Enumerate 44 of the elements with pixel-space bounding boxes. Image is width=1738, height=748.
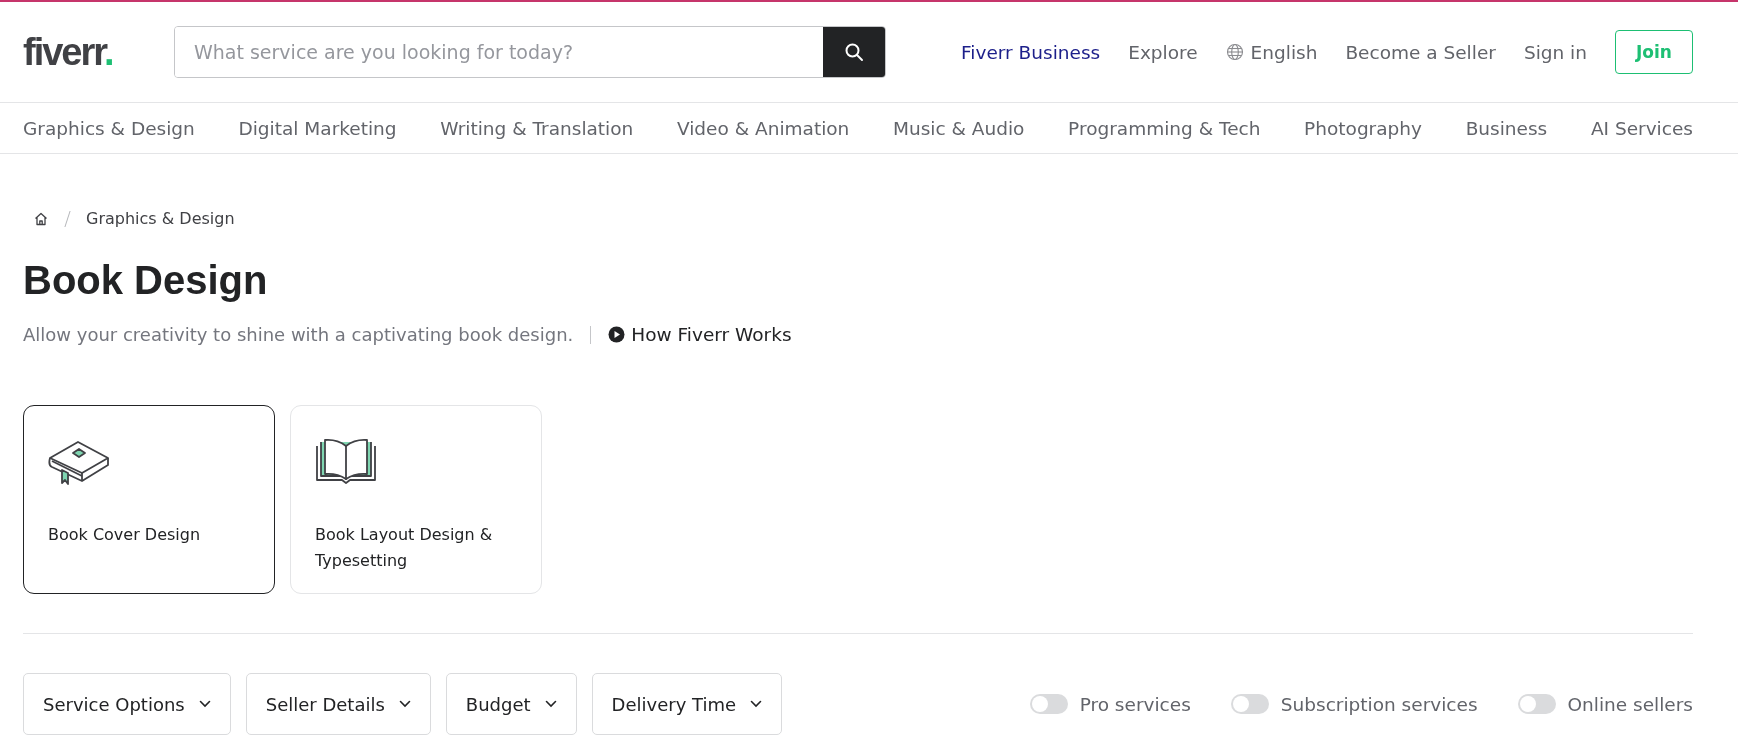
category-link[interactable]: Music & Audio: [893, 117, 1025, 139]
subcategory-label: Book Layout Design & Typesetting: [315, 524, 494, 572]
toggle-switch[interactable]: [1029, 694, 1068, 714]
nav-link[interactable]: Explore: [1128, 41, 1198, 63]
how-it-works-link[interactable]: How Fiverr Works: [608, 324, 792, 345]
subcategory-card[interactable]: Book Layout Design & Typesetting: [290, 405, 542, 594]
page-title: Book Design: [23, 257, 269, 304]
toggle-switch[interactable]: [1230, 694, 1269, 714]
language-link[interactable]: English: [1225, 41, 1318, 63]
toggle-label: Subscription services: [1280, 693, 1478, 715]
search-field[interactable]: What service are you looking for today?: [174, 26, 886, 78]
toggle-label: Pro services: [1079, 693, 1191, 715]
nav-link[interactable]: Sign in: [1523, 41, 1587, 63]
category-link[interactable]: Writing & Translation: [440, 117, 634, 139]
category-link[interactable]: Business: [1465, 117, 1548, 139]
search-icon: [844, 42, 864, 62]
toggle-switch[interactable]: [1517, 694, 1556, 714]
nav-link[interactable]: Become a Seller: [1345, 41, 1496, 63]
category-link[interactable]: Digital Marketing: [238, 117, 397, 139]
category-link[interactable]: Programming & Tech: [1068, 117, 1261, 139]
filter-dropdown[interactable]: Service Options: [23, 673, 231, 735]
breadcrumb-link[interactable]: Graphics & Design: [86, 209, 235, 228]
search-button[interactable]: [823, 27, 885, 77]
chevron-down-icon: [398, 700, 411, 708]
globe-icon: [1225, 43, 1244, 61]
category-link[interactable]: Photography: [1304, 117, 1422, 139]
chevron-down-icon: [198, 700, 211, 708]
subcategory-card[interactable]: Book Cover Design: [23, 405, 275, 594]
fiverr-logo[interactable]: fiverr.: [23, 30, 174, 74]
play-icon: [608, 326, 626, 343]
open-book-icon: [315, 436, 377, 486]
page-subtitle: Allow your creativity to shine with a captivating book design.: [23, 324, 574, 345]
category-link[interactable]: Video & Animation: [677, 117, 850, 139]
chevron-down-icon: [544, 700, 557, 708]
subcategory-label: Book Cover Design: [48, 524, 202, 546]
chevron-down-icon: [750, 700, 763, 708]
home-icon[interactable]: [33, 210, 49, 227]
filter-dropdown[interactable]: Seller Details: [245, 673, 431, 735]
category-link[interactable]: AI Services: [1590, 117, 1693, 139]
filter-dropdown[interactable]: Delivery Time: [591, 673, 783, 735]
category-link[interactable]: Graphics & Design: [23, 117, 195, 139]
filter-dropdown[interactable]: Budget: [445, 673, 577, 735]
toggle-label: Online sellers: [1567, 693, 1693, 715]
nav-link[interactable]: Fiverr Business: [961, 41, 1101, 63]
